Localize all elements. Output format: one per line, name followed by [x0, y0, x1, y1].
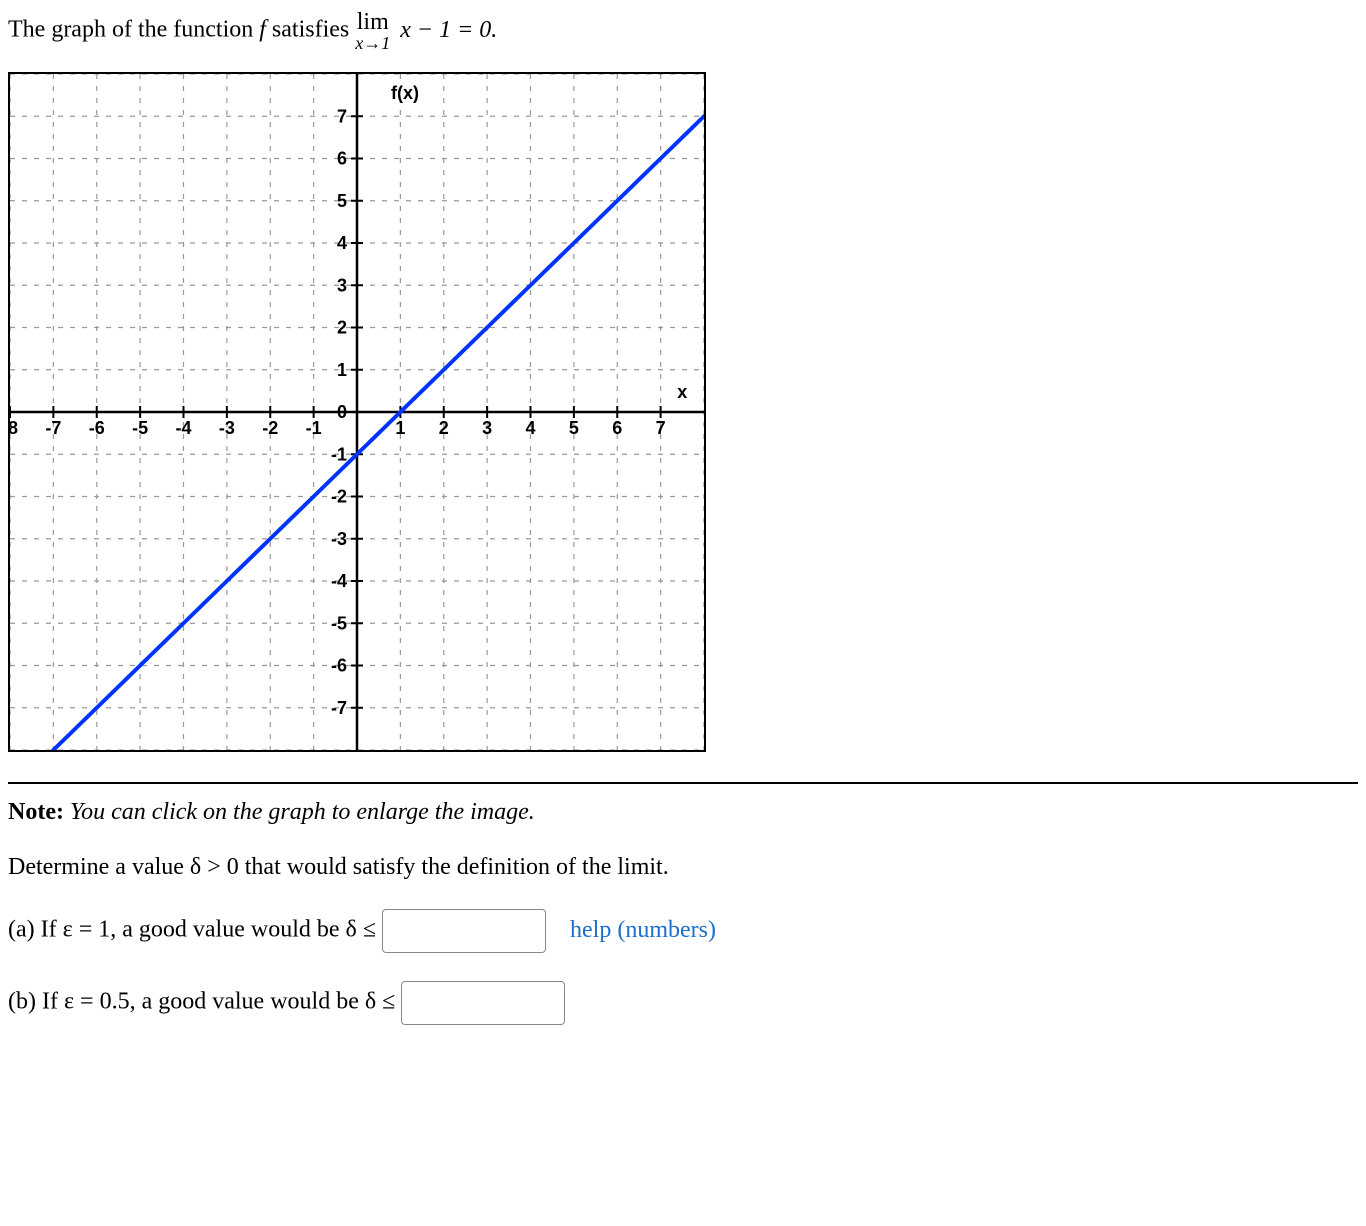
- svg-text:2: 2: [337, 318, 347, 338]
- svg-text:x: x: [677, 382, 687, 402]
- svg-text:5: 5: [337, 191, 347, 211]
- svg-text:-1: -1: [306, 418, 322, 438]
- svg-text:1: 1: [395, 418, 405, 438]
- svg-text:-7: -7: [45, 418, 61, 438]
- svg-text:7: 7: [656, 418, 666, 438]
- graph-container[interactable]: -8 -7 -6 -5 -4 -3 -2 -1 1 2 3 4 5 6 7 -7 -6 -5 -4 -3 -2 -1 0 1 2…: [8, 72, 706, 752]
- note-row: Note: You can click on the graph to enla…: [8, 782, 1358, 826]
- svg-text:-6: -6: [331, 656, 347, 676]
- svg-text:1: 1: [337, 360, 347, 380]
- svg-text:4: 4: [337, 233, 347, 253]
- chart-plot: -8 -7 -6 -5 -4 -3 -2 -1 1 2 3 4 5 6 7 -7 -6 -5 -4 -3 -2 -1 0 1 2…: [10, 74, 704, 750]
- part-b-row: (b) If ε = 0.5, a good value would be δ …: [8, 981, 1358, 1025]
- svg-text:5: 5: [569, 418, 579, 438]
- svg-text:-3: -3: [331, 529, 347, 549]
- svg-text:-8: -8: [10, 418, 18, 438]
- svg-text:-4: -4: [331, 571, 347, 591]
- svg-text:7: 7: [337, 106, 347, 126]
- svg-text:-5: -5: [331, 613, 347, 633]
- part-b-label: (b) If ε = 0.5, a good value would be δ …: [8, 989, 401, 1015]
- delta-input-b[interactable]: [401, 981, 565, 1025]
- svg-text:-2: -2: [262, 418, 278, 438]
- svg-text:3: 3: [337, 275, 347, 295]
- svg-text:2: 2: [439, 418, 449, 438]
- svg-text:f(x): f(x): [391, 83, 419, 103]
- lim-sub: x→1: [355, 34, 390, 52]
- svg-text:-1: -1: [331, 444, 347, 464]
- limit-expression: lim x→1: [355, 10, 390, 52]
- stmt-mid: satisfies: [272, 17, 355, 43]
- part-a-row: (a) If ε = 1, a good value would be δ ≤ …: [8, 909, 1358, 953]
- svg-text:4: 4: [525, 418, 535, 438]
- svg-text:-3: -3: [219, 418, 235, 438]
- delta-input-a[interactable]: [382, 909, 546, 953]
- svg-text:6: 6: [612, 418, 622, 438]
- stmt-prefix: The graph of the function: [8, 17, 259, 43]
- determine-text: Determine a value δ > 0 that would satis…: [8, 854, 1358, 881]
- part-a-label: (a) If ε = 1, a good value would be δ ≤: [8, 917, 382, 943]
- problem-statement: The graph of the function f satisfies li…: [8, 10, 1358, 52]
- svg-text:-2: -2: [331, 487, 347, 507]
- svg-text:0: 0: [337, 402, 347, 422]
- svg-text:-6: -6: [89, 418, 105, 438]
- svg-text:-7: -7: [331, 698, 347, 718]
- svg-text:-5: -5: [132, 418, 148, 438]
- lim-top: lim: [357, 9, 389, 35]
- note-text: You can click on the graph to enlarge th…: [70, 799, 535, 825]
- svg-text:3: 3: [482, 418, 492, 438]
- stmt-func: f: [259, 17, 266, 43]
- note-label: Note:: [8, 799, 64, 825]
- svg-text:-4: -4: [175, 418, 191, 438]
- help-numbers-link[interactable]: help (numbers): [570, 917, 716, 943]
- stmt-expr: x − 1 = 0.: [400, 17, 497, 43]
- svg-text:6: 6: [337, 149, 347, 169]
